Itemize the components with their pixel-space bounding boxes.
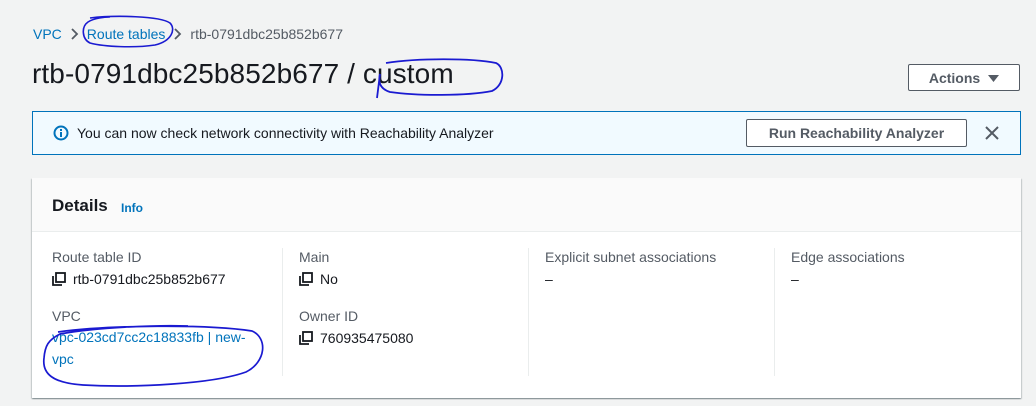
owner-id-field: Owner ID 760935475080 [299, 307, 528, 347]
run-reachability-analyzer-button[interactable]: Run Reachability Analyzer [746, 119, 967, 147]
main-label: Main [299, 249, 330, 265]
owner-id-label: Owner ID [299, 308, 359, 324]
details-columns: Route table ID rtb-0791dbc25b852b677 VPC… [32, 232, 1021, 398]
explicit-subnet-value: – [545, 271, 553, 287]
info-alert: You can now check network connectivity w… [32, 111, 1021, 155]
route-table-id-label: Route table ID [52, 249, 142, 265]
copy-icon[interactable] [299, 272, 313, 286]
vpc-label: VPC [52, 308, 81, 324]
copy-icon[interactable] [52, 272, 66, 286]
details-column-1: Route table ID rtb-0791dbc25b852b677 VPC… [52, 248, 282, 376]
details-column-2: Main No Owner ID 760935475080 [282, 248, 528, 376]
details-panel: Details Info Route table ID rtb-0791dbc2… [32, 178, 1021, 398]
owner-id-value: 760935475080 [320, 330, 414, 346]
breadcrumb-route-tables-link[interactable]: Route tables [87, 26, 166, 42]
breadcrumb-vpc-link[interactable]: VPC [33, 26, 62, 42]
breadcrumb-current: rtb-0791dbc25b852b677 [190, 26, 343, 42]
main-field: Main No [299, 248, 528, 288]
vpc-link-line-2: vpc [52, 351, 74, 367]
info-link[interactable]: Info [121, 201, 143, 215]
main-value: No [320, 271, 338, 287]
edge-associations-value: – [791, 271, 799, 287]
vpc-field: VPC vpc-023cd7cc2c18833fb | new- vpc [52, 307, 282, 370]
edge-associations-label: Edge associations [791, 249, 905, 265]
explicit-subnet-label: Explicit subnet associations [545, 249, 717, 265]
actions-label: Actions [928, 69, 981, 86]
vpc-link[interactable]: vpc-023cd7cc2c18833fb | new- vpc [52, 326, 272, 370]
copy-icon[interactable] [299, 331, 313, 345]
vpc-link-line-1: vpc-023cd7cc2c18833fb | new- [52, 329, 246, 345]
details-column-4: Edge associations – [774, 248, 1004, 376]
chevron-right-icon [70, 28, 79, 40]
chevron-right-icon [173, 28, 182, 40]
caret-down-icon [988, 70, 1000, 86]
route-table-detail-page: VPC Route tables rtb-0791dbc25b852b677 r… [0, 0, 1036, 406]
route-table-id-field: Route table ID rtb-0791dbc25b852b677 [52, 248, 282, 288]
alert-message: You can now check network connectivity w… [77, 125, 494, 141]
details-title: Details [52, 196, 108, 215]
close-icon[interactable] [981, 122, 1003, 144]
details-column-3: Explicit subnet associations – [528, 248, 774, 376]
info-icon [53, 125, 69, 141]
page-title: rtb-0791dbc25b852b677 / custom [32, 58, 454, 89]
edge-associations-field: Edge associations – [791, 248, 1004, 288]
route-table-id-value: rtb-0791dbc25b852b677 [73, 271, 226, 287]
breadcrumb: VPC Route tables rtb-0791dbc25b852b677 [33, 26, 343, 42]
details-header: Details Info [32, 178, 1021, 232]
actions-dropdown-button[interactable]: Actions [908, 64, 1020, 91]
explicit-subnet-field: Explicit subnet associations – [545, 248, 774, 288]
